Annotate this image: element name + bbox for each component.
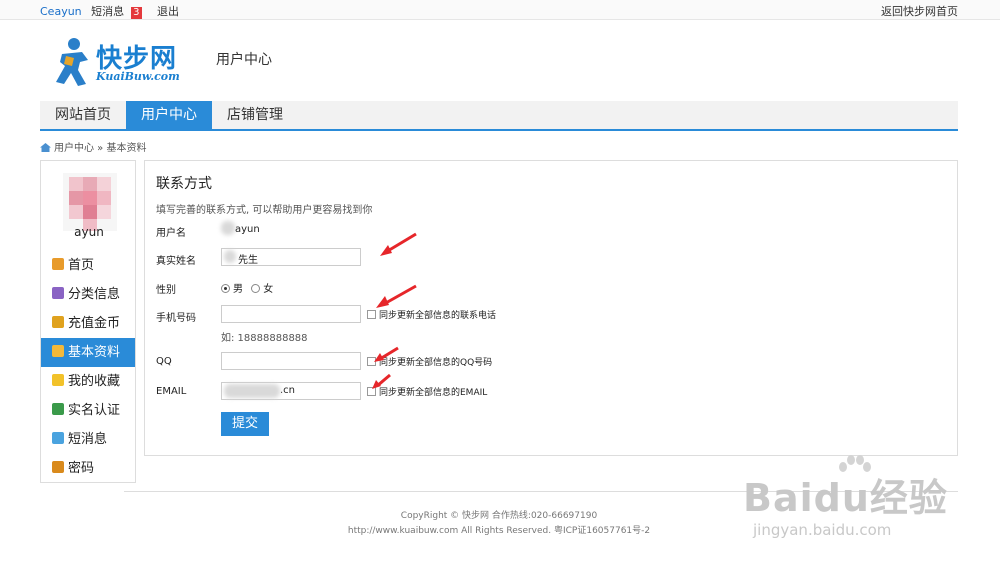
- sidebar-item-label: 实名认证: [68, 403, 121, 418]
- chat-icon: [52, 432, 64, 444]
- gender-label: 性别: [156, 285, 176, 296]
- lock-icon: [52, 461, 64, 473]
- sidebar-item-recharge[interactable]: 充值金币: [41, 309, 135, 338]
- username-link[interactable]: Ceayun: [40, 5, 82, 18]
- realname-redaction: [224, 250, 236, 263]
- phone-sync-label: 同步更新全部信息的联系电话: [379, 311, 497, 321]
- messages-badge: 3: [131, 7, 142, 19]
- coins-icon: [52, 316, 64, 328]
- nav-item-site-home[interactable]: 网站首页: [40, 101, 126, 129]
- sidebar-item-password[interactable]: 密码: [41, 454, 135, 483]
- messages-label: 短消息: [91, 5, 125, 18]
- form-title: 联系方式: [156, 176, 212, 192]
- qq-label: QQ: [156, 356, 172, 367]
- breadcrumb-text[interactable]: 用户中心 » 基本资料: [54, 143, 146, 154]
- sidebar-item-home[interactable]: 首页: [41, 251, 135, 280]
- logo-subtext: KuaiBuw.com: [96, 70, 180, 83]
- site-logo[interactable]: 快步网 KuaiBuw.com: [52, 36, 202, 88]
- star-icon: [52, 374, 64, 386]
- phone-sync-checkbox[interactable]: [367, 310, 376, 319]
- site-header: 快步网 KuaiBuw.com 用户中心: [40, 36, 340, 88]
- phone-label: 手机号码: [156, 313, 196, 324]
- sidebar-item-verification[interactable]: 实名认证: [41, 396, 135, 425]
- sidebar-item-profile[interactable]: 基本资料: [41, 338, 135, 367]
- email-label: EMAIL: [156, 386, 187, 397]
- phone-hint: 如: 18888888888: [221, 333, 308, 344]
- runner-logo-icon: [56, 38, 88, 86]
- annotation-arrow-icon: [380, 232, 417, 256]
- gender-female-radio[interactable]: [251, 284, 261, 293]
- nav-item-user-center[interactable]: 用户中心: [126, 101, 212, 129]
- email-redaction: [224, 384, 280, 398]
- sidebar-item-classified[interactable]: 分类信息: [41, 280, 135, 309]
- home-icon: [52, 258, 64, 270]
- main-nav: 网站首页 用户中心 店铺管理: [40, 101, 958, 131]
- phone-field[interactable]: [221, 305, 361, 323]
- messages-link[interactable]: 短消息 3: [91, 5, 147, 19]
- sidebar-item-label: 密码: [68, 461, 95, 476]
- annotation-arrow-icon: [374, 346, 399, 362]
- contact-form-panel: 联系方式 填写完善的联系方式, 可以帮助用户更容易找到你 用户名 ayun 真实…: [144, 160, 958, 456]
- user-links: Ceayun 短消息 3 退出: [40, 3, 185, 19]
- sidebar: ayun 首页 分类信息 充值金币 基本资料 我的收藏 实名认证 短消息 密码: [40, 160, 136, 483]
- sidebar-item-messages[interactable]: 短消息: [41, 425, 135, 454]
- id-card-icon: [52, 403, 64, 415]
- username-label: 用户名: [156, 228, 186, 239]
- avatar[interactable]: [63, 173, 117, 231]
- side-menu: 首页 分类信息 充值金币 基本资料 我的收藏 实名认证 短消息 密码: [41, 251, 135, 483]
- sidebar-item-label: 分类信息: [68, 287, 121, 302]
- profile-icon: [52, 345, 64, 357]
- breadcrumb: 用户中心 » 基本资料: [40, 139, 146, 154]
- realname-label: 真实姓名: [156, 256, 196, 267]
- watermark-text: Baidu经验: [743, 476, 948, 520]
- username-value: ayun: [235, 224, 260, 235]
- avatar-username: ayun: [74, 225, 104, 239]
- annotation-arrow-icon: [376, 284, 417, 308]
- gender-male-label: 男: [233, 284, 243, 295]
- back-home-link[interactable]: 返回快步网首页: [881, 3, 958, 19]
- sidebar-item-label: 短消息: [68, 432, 108, 447]
- nav-item-shop-manage[interactable]: 店铺管理: [212, 101, 298, 129]
- sidebar-item-favorites[interactable]: 我的收藏: [41, 367, 135, 396]
- sidebar-item-label: 我的收藏: [68, 374, 121, 389]
- email-sync-label: 同步更新全部信息的EMAIL: [379, 388, 488, 398]
- header-section-title: 用户中心: [216, 52, 272, 68]
- annotation-arrow-icon: [372, 373, 391, 389]
- submit-button[interactable]: 提交: [221, 412, 269, 436]
- home-icon: [40, 143, 51, 152]
- baidu-watermark: Baidu经验 jingyan.baidu.com: [743, 455, 948, 545]
- gender-female-label: 女: [263, 284, 274, 295]
- sidebar-item-label: 基本资料: [68, 345, 121, 360]
- username-redaction: [221, 221, 235, 235]
- logout-link[interactable]: 退出: [157, 5, 179, 18]
- sidebar-item-label: 充值金币: [68, 316, 121, 331]
- watermark-url: jingyan.baidu.com: [753, 521, 892, 539]
- qq-field[interactable]: [221, 352, 361, 370]
- realname-field[interactable]: 先生: [221, 248, 361, 266]
- edit-icon: [52, 287, 64, 299]
- gender-male-radio[interactable]: [221, 284, 230, 293]
- gender-options: 男 女: [221, 280, 273, 295]
- form-description: 填写完善的联系方式, 可以帮助用户更容易找到你: [156, 205, 373, 216]
- sidebar-item-label: 首页: [68, 258, 95, 273]
- top-bar: Ceayun 短消息 3 退出 返回快步网首页: [0, 0, 1000, 20]
